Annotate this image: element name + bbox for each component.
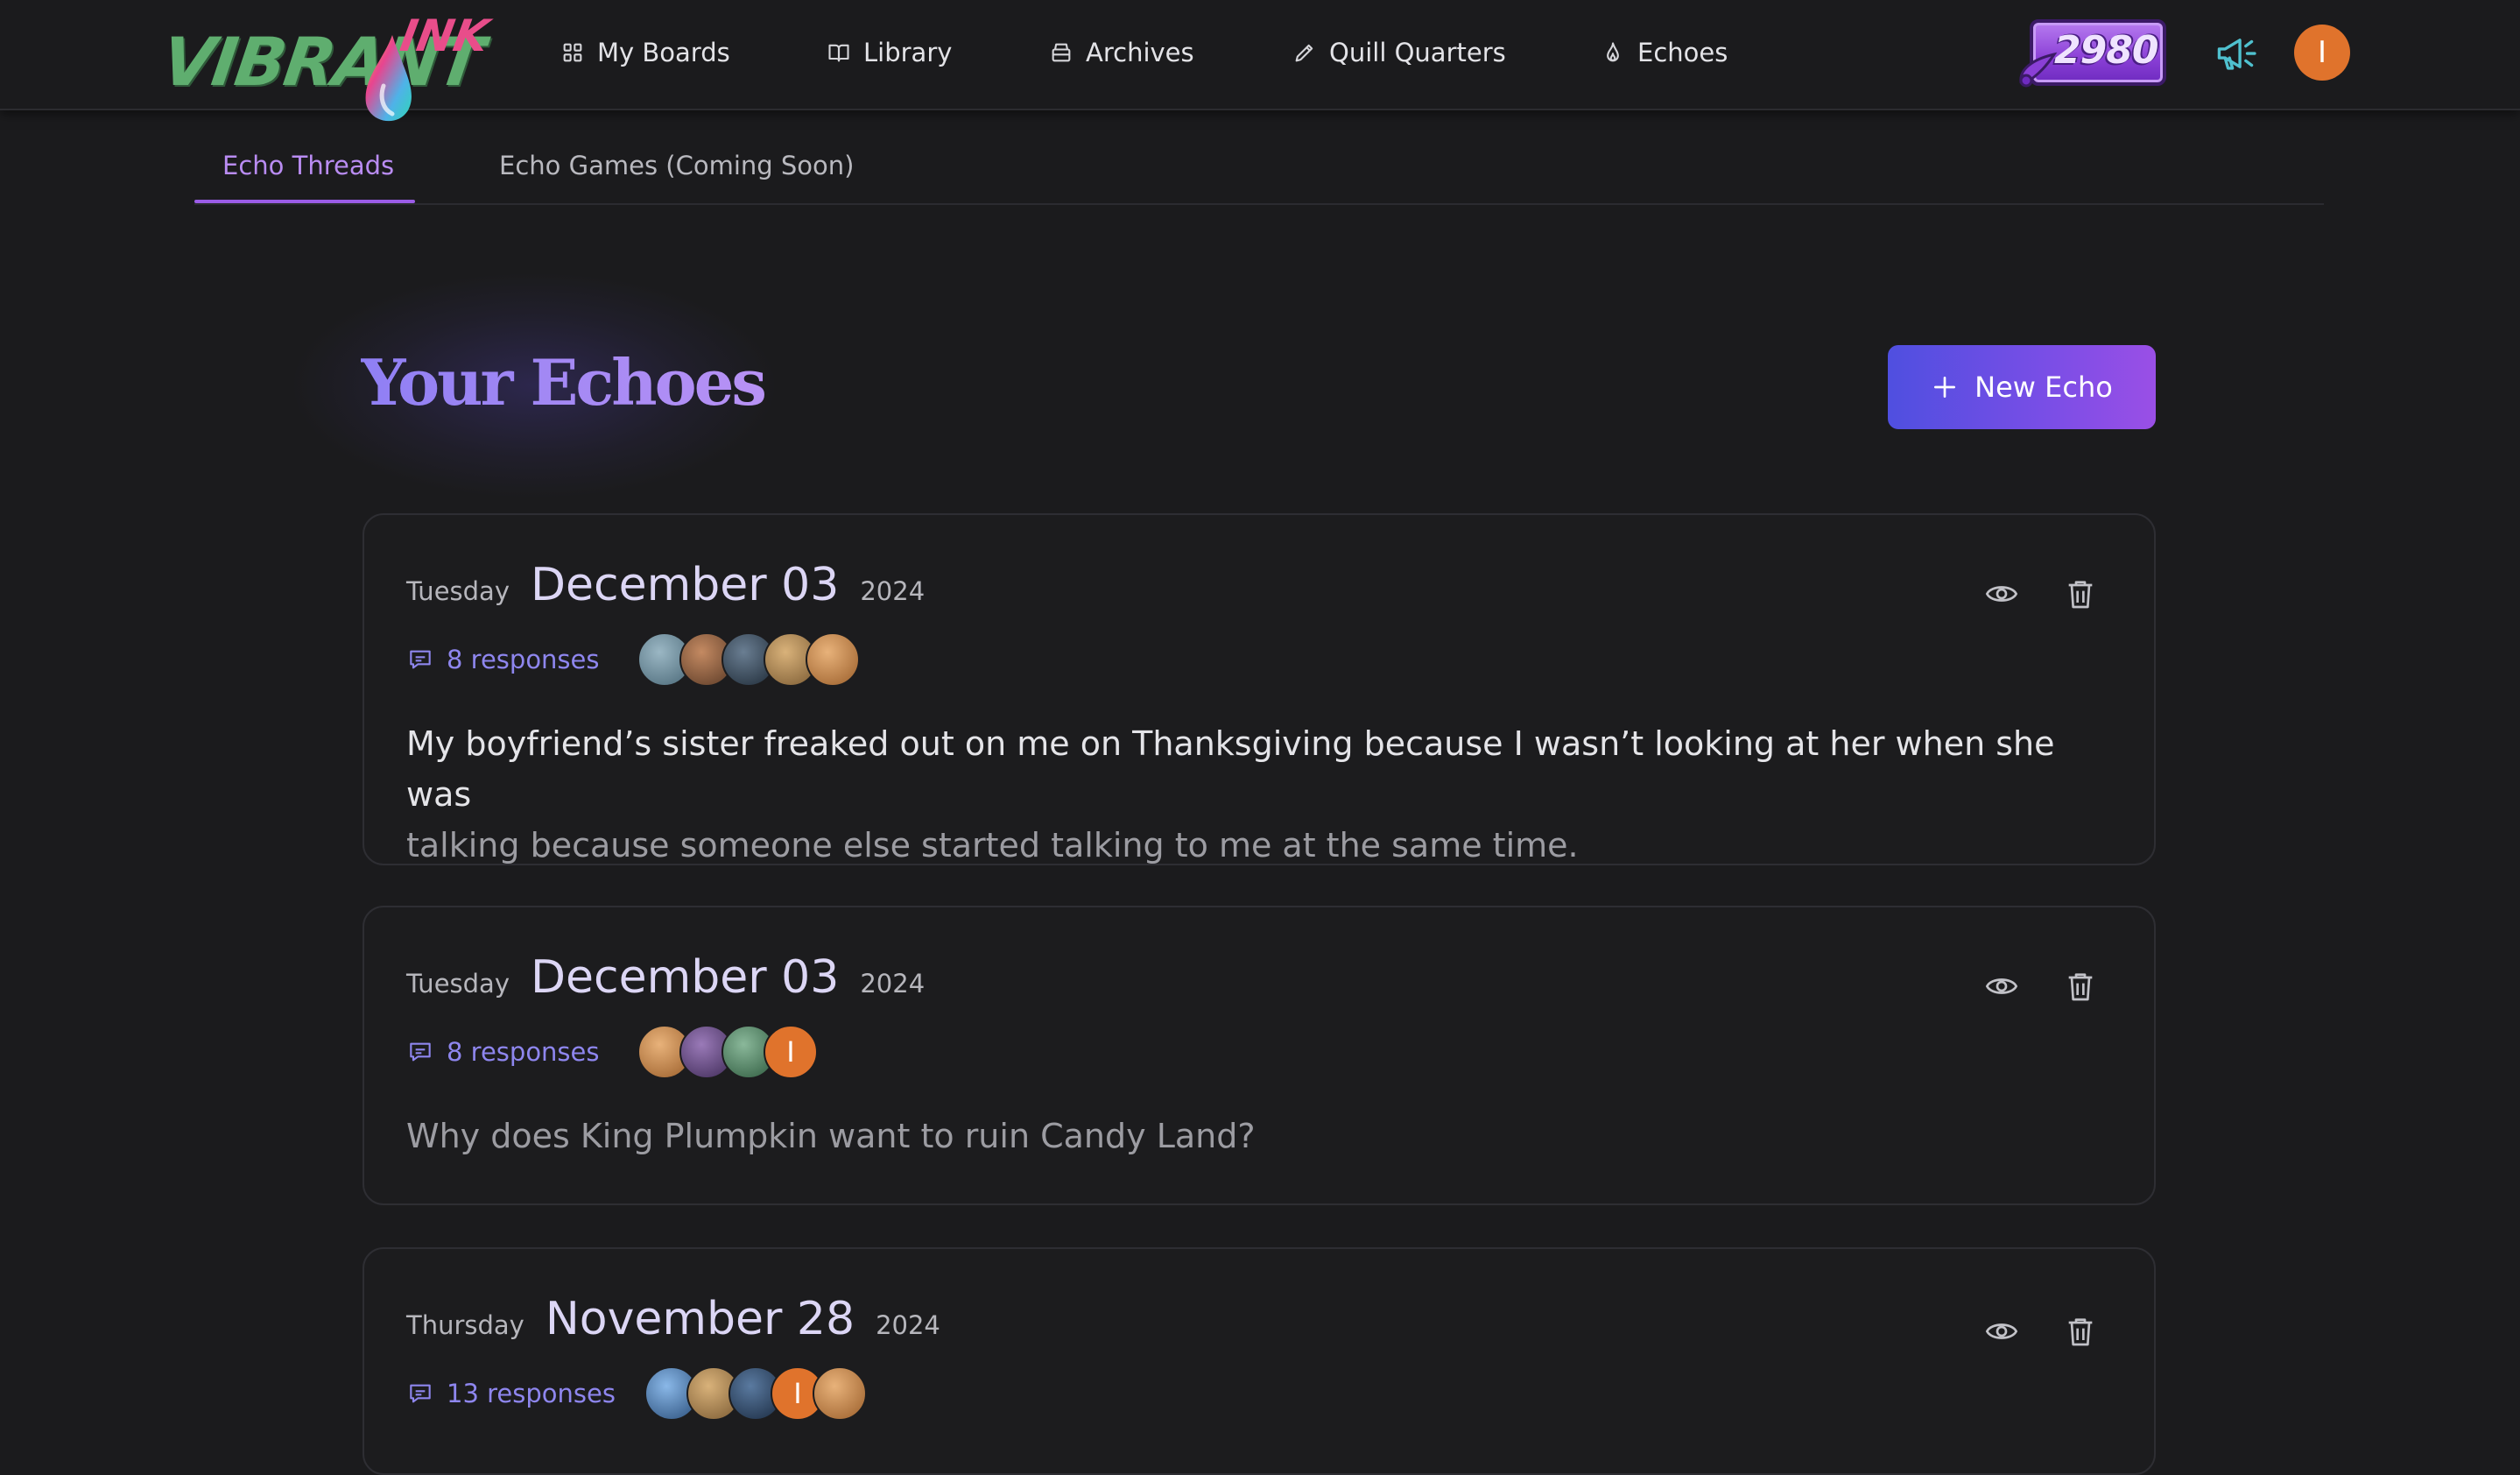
- echo-responses-count: 8 responses: [447, 1037, 600, 1067]
- responder-avatar-user[interactable]: I: [764, 1025, 818, 1079]
- nav-quill-quarters[interactable]: Quill Quarters: [1292, 33, 1506, 72]
- nav-archives[interactable]: Archives: [1049, 33, 1194, 72]
- page-title: Your Echoes: [361, 345, 767, 420]
- nav-library-label: Library: [863, 38, 953, 67]
- responder-avatars: I: [637, 1025, 818, 1079]
- pencil-icon: [1295, 44, 1313, 62]
- eye-icon[interactable]: [1984, 576, 2019, 611]
- echo-subtabs: Echo Threads Echo Games (Coming Soon): [194, 131, 2324, 205]
- echo-card[interactable]: Thursday November 28 2024 13 responses I: [363, 1247, 2156, 1475]
- echo-text: My boyfriend’s sister freaked out on me …: [406, 718, 2122, 871]
- vibrant-ink-logo[interactable]: VIBRANT INK: [158, 11, 492, 130]
- ink-points-badge[interactable]: 2980: [2016, 16, 2170, 88]
- ink-drop-icon: [365, 35, 412, 122]
- echo-card[interactable]: Tuesday December 03 2024 8 responses My …: [363, 513, 2156, 865]
- grid-icon: [563, 43, 582, 62]
- echo-year: 2024: [860, 576, 926, 606]
- echo-monthday: November 28: [545, 1293, 855, 1345]
- comment-icon: [410, 650, 431, 669]
- responder-avatar[interactable]: [813, 1366, 867, 1421]
- echo-date: Thursday November 28 2024: [406, 1293, 940, 1345]
- echo-date: Tuesday December 03 2024: [406, 951, 925, 1004]
- nav-echoes[interactable]: Echoes: [1601, 33, 1728, 72]
- responder-avatar[interactable]: [806, 632, 860, 687]
- echo-actions: [1984, 576, 2098, 611]
- eye-icon[interactable]: [1984, 1314, 2019, 1349]
- responder-avatars: [637, 632, 860, 687]
- echo-text-line-faded: Why does King Plumpkin want to ruin Cand…: [406, 1117, 1256, 1155]
- echo-actions: [1984, 969, 2098, 1004]
- trash-icon[interactable]: [2063, 1314, 2098, 1349]
- comment-icon: [410, 1384, 431, 1403]
- book-icon: [828, 44, 849, 62]
- echo-date: Tuesday December 03 2024: [406, 559, 925, 611]
- echo-card[interactable]: Tuesday December 03 2024 8 responses I W…: [363, 906, 2156, 1205]
- trash-icon[interactable]: [2063, 576, 2098, 611]
- nav-my-boards-label: My Boards: [597, 38, 730, 67]
- echo-responses-link[interactable]: 8 responses: [406, 645, 600, 674]
- flame-icon: [1607, 42, 1619, 62]
- echo-weekday: Tuesday: [406, 576, 510, 606]
- echo-text-line: My boyfriend’s sister freaked out on me …: [406, 724, 2055, 814]
- new-echo-label: New Echo: [1974, 371, 2113, 404]
- echo-actions: [1984, 1314, 2098, 1349]
- tab-echo-games[interactable]: Echo Games (Coming Soon): [499, 151, 854, 203]
- user-avatar[interactable]: I: [2294, 25, 2350, 81]
- eye-icon[interactable]: [1984, 969, 2019, 1004]
- comment-icon: [410, 1042, 431, 1062]
- echo-responses-link[interactable]: 13 responses: [406, 1379, 616, 1408]
- echo-responses-count: 13 responses: [447, 1379, 616, 1408]
- echo-monthday: December 03: [530, 559, 840, 611]
- echo-text: Why does King Plumpkin want to ruin Cand…: [406, 1111, 2122, 1161]
- echo-weekday: Thursday: [406, 1310, 524, 1340]
- points-value: 2980: [2054, 28, 2158, 73]
- nav-my-boards[interactable]: My Boards: [560, 33, 730, 72]
- echo-year: 2024: [860, 969, 926, 999]
- trash-icon[interactable]: [2063, 969, 2098, 1004]
- archive-icon: [1052, 43, 1071, 62]
- top-nav-bar: VIBRANT INK My Boards Library Archives Q…: [0, 0, 2520, 122]
- echo-text-line-faded: talking because someone else started tal…: [406, 826, 1579, 865]
- new-echo-button[interactable]: New Echo: [1888, 345, 2156, 429]
- tab-echo-threads[interactable]: Echo Threads: [222, 151, 394, 203]
- responder-avatars: I: [644, 1366, 867, 1421]
- echo-responses-count: 8 responses: [447, 645, 600, 674]
- echo-year: 2024: [876, 1310, 940, 1340]
- megaphone-icon[interactable]: [2212, 30, 2259, 77]
- active-tab-indicator: [194, 200, 415, 203]
- echo-monthday: December 03: [530, 951, 840, 1004]
- echo-responses-link[interactable]: 8 responses: [406, 1037, 600, 1067]
- nav-library[interactable]: Library: [827, 33, 952, 72]
- nav-quill-quarters-label: Quill Quarters: [1329, 38, 1506, 67]
- plus-icon: [1934, 377, 1956, 398]
- nav-echoes-label: Echoes: [1637, 38, 1728, 67]
- echo-weekday: Tuesday: [406, 969, 510, 999]
- nav-archives-label: Archives: [1086, 38, 1194, 67]
